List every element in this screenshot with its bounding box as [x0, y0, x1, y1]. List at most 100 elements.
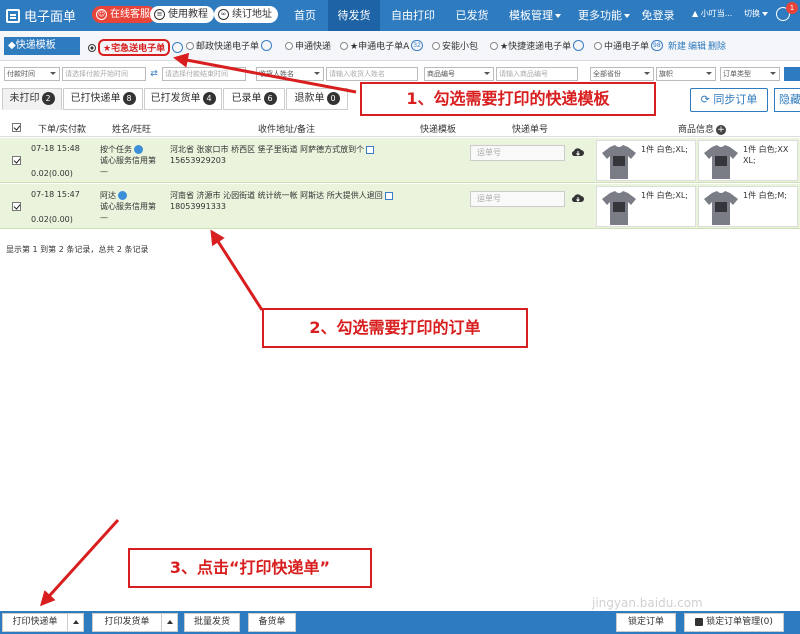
table-header: 下单/实付款 姓名/旺旺 收件地址/备注 快递模板 快递单号 商品信息 +: [0, 117, 800, 137]
wangwang-icon[interactable]: [134, 145, 143, 154]
user-name[interactable]: ▲ 小叮当...: [692, 8, 732, 19]
tshirt-image: [704, 145, 738, 179]
template-item-anneng[interactable]: 安能小包: [432, 39, 478, 52]
product-code-input[interactable]: 请输入商品编号: [496, 67, 578, 81]
radio[interactable]: [88, 43, 96, 52]
nav-free-print[interactable]: 自由打印: [380, 0, 446, 31]
nav-more[interactable]: 更多功能: [572, 0, 636, 31]
swap-icon[interactable]: ⇄: [148, 67, 160, 81]
template-item-zjs[interactable]: ★宅急送电子单: [88, 39, 184, 56]
hide-button[interactable]: 隐藏: [774, 88, 800, 112]
order-date: 07-18 15:48: [31, 144, 80, 153]
print-delivery-button[interactable]: 打印发货单: [92, 613, 178, 632]
record-summary: 显示第 1 到第 2 条记录，总共 2 条记录: [6, 245, 149, 254]
top-bar: 电子面单 ☺ 在线客服 ≡ 使用教程 ∞ 续订地址 首页 待发货 自由打印 已发…: [0, 0, 800, 31]
chevron-up-icon[interactable]: [67, 614, 83, 631]
col-product: 商品信息 +: [678, 125, 727, 135]
product-card: 1件 白色;XL;: [596, 140, 696, 181]
select-all-checkbox[interactable]: [12, 123, 21, 132]
plus-icon[interactable]: +: [716, 125, 727, 135]
flag-select[interactable]: 旗帜: [656, 67, 716, 81]
buyer-ww: 诚心服务信用第: [100, 156, 156, 165]
template-item-sto-a[interactable]: ★申通电子单A 32: [340, 39, 423, 52]
chevron-up-icon[interactable]: [161, 614, 177, 631]
template-item-kuaijie[interactable]: ★快捷速递电子单: [490, 39, 585, 52]
tab-express-printed[interactable]: 已打快递单 8: [63, 88, 143, 110]
radio[interactable]: [186, 41, 194, 50]
tab-delivery-printed[interactable]: 已打发货单 4: [144, 88, 222, 110]
arrow-step2: [210, 229, 264, 311]
watermark: jingyan.baidu.com: [592, 596, 703, 610]
online-service-button[interactable]: ☺ 在线客服: [92, 6, 156, 23]
switch-account[interactable]: 切换: [744, 8, 768, 19]
nav-pending-ship[interactable]: 待发货: [328, 0, 380, 31]
arrow-step3: [39, 518, 120, 607]
callout-step2: 2、勾选需要打印的订单: [262, 308, 528, 348]
radio[interactable]: [285, 41, 293, 50]
row-checkbox[interactable]: [12, 202, 21, 211]
book-icon: ≡: [154, 9, 165, 20]
start-time-input[interactable]: 请选择付款开始时间: [62, 67, 146, 81]
end-time-input[interactable]: 请选择付款结束时间: [162, 67, 246, 81]
tab-refund[interactable]: 退款单 0: [286, 88, 348, 110]
edit-icon[interactable]: [384, 191, 393, 200]
order-amount: 0.02(0.00): [31, 169, 73, 178]
sync-orders-button[interactable]: ⟳ 同步订单: [690, 88, 768, 112]
row-checkbox[interactable]: [12, 156, 21, 165]
receiver-select[interactable]: 收货人姓名: [256, 67, 324, 81]
waybill-input[interactable]: 运单号: [470, 191, 565, 207]
radio[interactable]: [594, 41, 602, 50]
tutorial-button[interactable]: ≡ 使用教程: [150, 6, 214, 23]
buyer-ww: 诚心服务信用第: [100, 202, 156, 211]
buyer-note: —: [100, 167, 108, 176]
template-item-sto[interactable]: 申通快递: [285, 39, 331, 52]
template-item-zto[interactable]: 中通电子单 98: [594, 39, 663, 52]
print-express-button[interactable]: 打印快递单: [2, 613, 84, 632]
table-row[interactable]: 07-18 15:47 0.02(0.00) 阿达 诚心服务信用第 — 河南省 …: [0, 184, 800, 229]
chevron-down-icon: [555, 14, 561, 18]
cloud-download-icon[interactable]: [572, 194, 584, 203]
nav-home[interactable]: 首页: [282, 0, 328, 31]
tshirt-image: [704, 191, 738, 225]
lock-order-button[interactable]: 锁定订单: [616, 613, 676, 632]
tab-recorded[interactable]: 已录单 6: [223, 88, 285, 110]
receiver-input[interactable]: 请输入收货人姓名: [326, 67, 418, 81]
edit-template-link[interactable]: 编辑: [688, 39, 706, 52]
receiver-phone: 18053991333: [170, 202, 226, 211]
cloud-download-icon[interactable]: [572, 148, 584, 157]
new-template-link[interactable]: 新建: [668, 39, 686, 52]
pay-time-select[interactable]: 付款时间: [4, 67, 60, 81]
province-select[interactable]: 全部省份: [590, 67, 654, 81]
table-row[interactable]: 07-18 15:48 0.02(0.00) 按个任务 诚心服务信用第 — 河北…: [0, 138, 800, 183]
nav-shipped[interactable]: 已发货: [446, 0, 498, 31]
delete-template-link[interactable]: 删除: [708, 39, 726, 52]
radio[interactable]: [432, 41, 440, 50]
refresh-icon: ⟳: [700, 93, 710, 106]
bottom-toolbar: 打印快递单 打印发货单 批量发货 备货单 锁定订单 锁定订单管理(0): [0, 611, 800, 634]
callout-step3: 3、点击“打印快递单”: [128, 548, 372, 588]
link-icon: ∞: [218, 9, 229, 20]
callout-step1: 1、勾选需要打印的快递模板: [360, 82, 656, 116]
stock-list-button[interactable]: 备货单: [248, 613, 296, 632]
nav-no-login[interactable]: 免登录: [636, 0, 680, 31]
filter-row: 付款时间 请选择付款开始时间 ⇄ 请选择付款结束时间 收货人姓名 请输入收货人姓…: [0, 63, 800, 83]
radio[interactable]: [490, 41, 498, 50]
template-count-badge: [261, 40, 273, 51]
col-template: 快递模板: [420, 125, 457, 135]
product-card: 1件 白色;M;: [698, 186, 798, 227]
wangwang-icon[interactable]: [118, 191, 127, 200]
product-code-select[interactable]: 商品编号: [424, 67, 494, 81]
template-item-ems[interactable]: 邮政快递电子单: [186, 39, 273, 52]
nav-template-manage[interactable]: 模板管理: [498, 0, 572, 31]
batch-ship-button[interactable]: 批量发货: [184, 613, 240, 632]
search-button[interactable]: [784, 67, 800, 81]
edit-icon[interactable]: [366, 145, 375, 154]
renew-button[interactable]: ∞ 续订地址: [214, 6, 278, 23]
order-type-select[interactable]: 订单类型: [720, 67, 780, 81]
radio[interactable]: [340, 41, 348, 50]
waybill-input[interactable]: 运单号: [470, 145, 565, 161]
tab-unprinted[interactable]: 未打印 2: [2, 88, 62, 110]
template-count-badge: [172, 42, 184, 53]
template-count-badge: 98: [651, 40, 663, 51]
lock-manage-button[interactable]: 锁定订单管理(0): [684, 613, 784, 632]
